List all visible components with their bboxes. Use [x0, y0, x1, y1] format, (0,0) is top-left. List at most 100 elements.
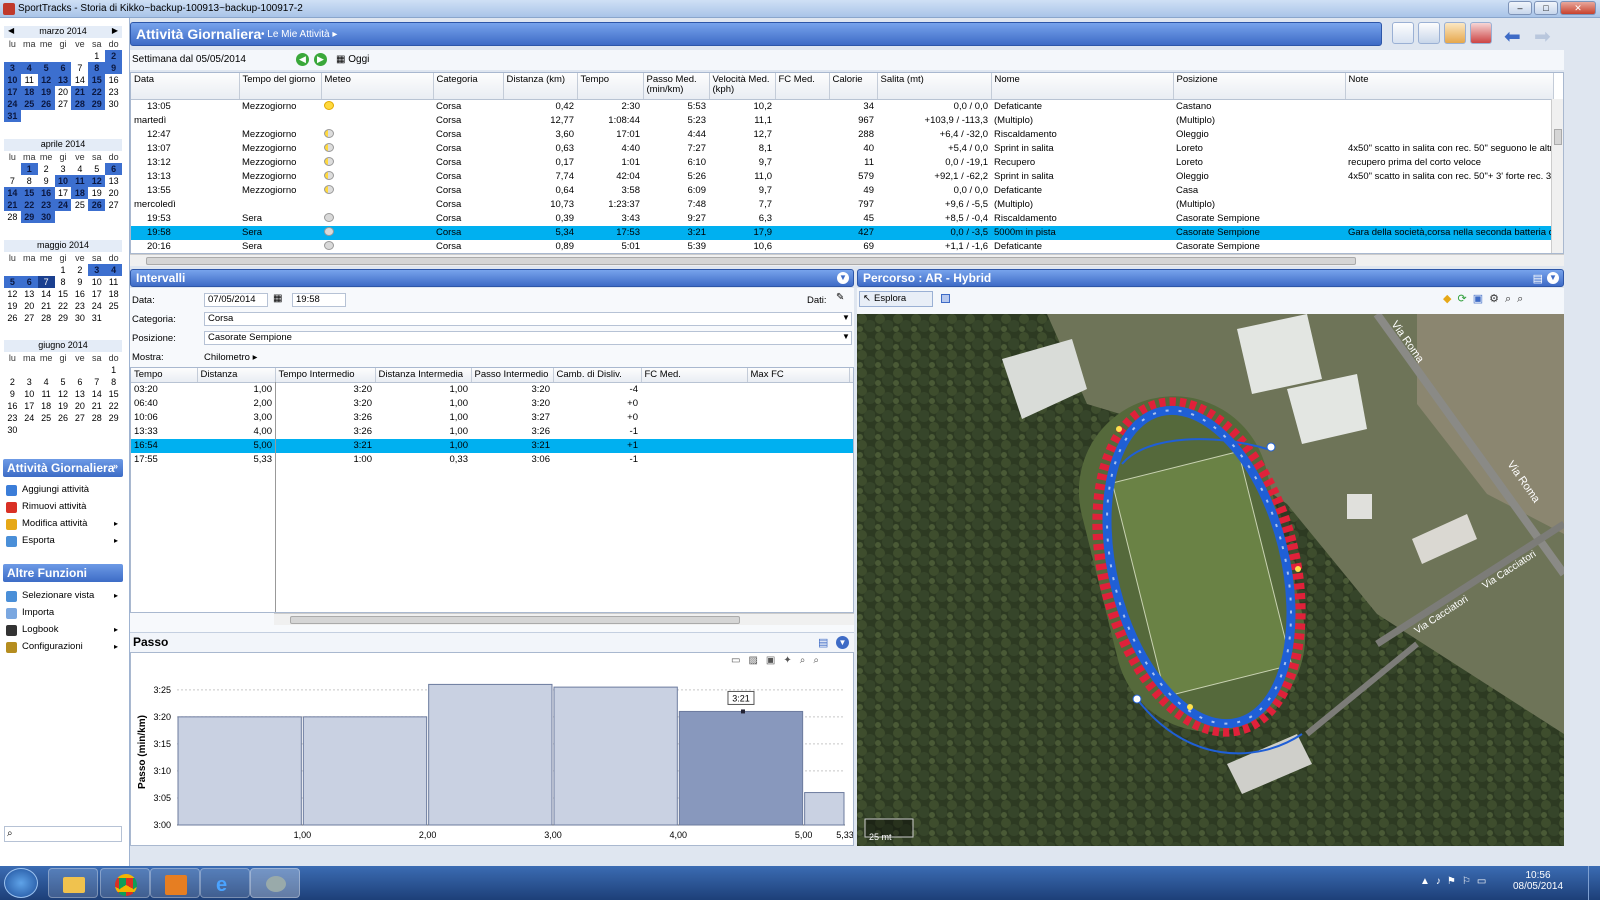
calendar-day[interactable]: 12 [55, 388, 72, 400]
calendar-day[interactable]: 15 [20, 187, 38, 199]
calendar-day[interactable]: 17 [21, 400, 38, 412]
shoe-icon[interactable] [1418, 22, 1440, 44]
activity-row[interactable]: 13:05 Mezzogiorno Corsa 0,42 2:30 5:53 10,2 34 0… [131, 99, 1553, 114]
column-header[interactable]: Nome [991, 73, 1174, 100]
calendar-day[interactable]: 4 [20, 62, 38, 74]
activities-vscroll[interactable] [1551, 99, 1563, 253]
column-header[interactable]: Distanza [197, 368, 276, 383]
calendar-day[interactable]: 11 [21, 74, 38, 86]
column-header[interactable]: Tempo [577, 73, 644, 100]
column-header[interactable]: Posizione [1173, 73, 1346, 100]
column-header[interactable]: Calorie [829, 73, 878, 100]
activity-row[interactable]: 19:58 Sera Corsa 5,34 17:53 3:21 17,9 427 0,0 / … [131, 225, 1553, 240]
time-field[interactable]: 19:58 [292, 293, 346, 307]
chevron-down-icon[interactable]: ▼ [842, 313, 850, 322]
outlook-taskbar-icon[interactable] [150, 868, 200, 898]
calendar-day[interactable]: 20 [71, 400, 88, 412]
show-desktop-button[interactable] [1588, 866, 1600, 900]
calendar-day[interactable]: 31 [88, 312, 105, 324]
calendar-day[interactable]: 17 [88, 288, 105, 300]
calendar-day[interactable]: 14 [4, 187, 21, 199]
activity-row[interactable]: 12:47 Mezzogiorno Corsa 3,60 17:01 4:44 12,7 28… [131, 128, 1553, 142]
calendar-day[interactable]: 4 [71, 163, 88, 175]
column-header[interactable]: M [849, 368, 853, 383]
calendar-day[interactable]: 14 [88, 388, 105, 400]
calendar-day[interactable]: 16 [71, 288, 88, 300]
calendar-day[interactable]: 22 [105, 400, 122, 412]
calendar-day[interactable]: 28 [38, 312, 55, 324]
calendar-day[interactable]: 25 [38, 412, 55, 424]
calendar-day[interactable]: 1 [105, 364, 122, 376]
layout-icon[interactable]: ▤ [1533, 272, 1543, 285]
close-button[interactable]: ✕ [1560, 1, 1596, 15]
calendar-day[interactable]: 17 [4, 86, 21, 98]
calendar-day[interactable]: 8 [105, 376, 122, 388]
column-header[interactable]: Tempo Intermedio [275, 368, 376, 383]
bar[interactable] [428, 683, 553, 826]
minimize-button[interactable]: – [1508, 1, 1532, 15]
calendar-day[interactable]: 10 [88, 276, 105, 288]
calendar-day[interactable]: 7 [71, 62, 88, 74]
calendar-day[interactable]: 14 [38, 288, 55, 300]
calendar-day[interactable]: 26 [55, 412, 72, 424]
calendar-day[interactable]: 6 [105, 163, 122, 175]
ie-taskbar-icon[interactable]: e [200, 868, 250, 898]
calendar-day[interactable]: 4 [38, 376, 55, 388]
bar[interactable] [177, 716, 302, 826]
side-item[interactable]: Logbook ▸ [6, 622, 122, 638]
column-header[interactable]: Tempo [131, 368, 198, 383]
start-button[interactable] [4, 868, 38, 898]
column-header[interactable]: Passo Med. (min/km) [643, 73, 710, 100]
activity-row[interactable]: 20:16 Sera Corsa 0,89 5:01 5:39 10,6 69 +1,1 / -… [131, 240, 1553, 254]
today-button[interactable]: ▦ Oggi [336, 54, 369, 65]
explore-button[interactable]: ↖ Esplora [859, 291, 933, 307]
end-marker[interactable] [1266, 442, 1276, 452]
calendar-day[interactable]: 28 [71, 98, 89, 110]
km-marker[interactable] [1187, 704, 1193, 710]
calendar-day[interactable]: 5 [55, 376, 72, 388]
calendar-day[interactable]: 21 [71, 86, 89, 98]
calendar-day[interactable]: 27 [71, 412, 88, 424]
calendar-day[interactable]: 16 [105, 74, 122, 86]
layout-icon[interactable]: ▤ [818, 636, 828, 649]
calendar-day[interactable]: 10 [21, 388, 38, 400]
calendar-day[interactable]: 1 [88, 50, 105, 62]
map-view[interactable]: Via Roma Via Roma Via Cacciatori Via Cac… [857, 314, 1564, 846]
calendar-day[interactable]: 7 [37, 276, 55, 288]
calendar-day[interactable]: 26 [4, 312, 21, 324]
clock[interactable]: 10:56 08/05/2014 [1512, 870, 1564, 892]
calendar-day[interactable]: 19 [88, 187, 105, 199]
activity-row[interactable]: 13:07 Mezzogiorno Corsa 0,63 4:40 7:27 8,1 40 +5… [131, 142, 1553, 156]
calendar-day[interactable]: 9 [105, 62, 122, 74]
calendar-day[interactable]: 2 [105, 50, 122, 62]
calendar-day[interactable]: 7 [4, 175, 21, 187]
other-functions-header[interactable]: Altre Funzioni [3, 564, 123, 582]
date-field[interactable]: 07/05/2014 [204, 293, 268, 307]
side-item[interactable]: Configurazioni ▸ [6, 639, 122, 655]
interval-row[interactable]: 03:20 1,00 3:20 1,00 3:20 -4 [131, 383, 853, 398]
satellite-map[interactable]: Via Roma Via Roma Via Cacciatori Via Cac… [857, 314, 1564, 846]
calendar-day[interactable]: 24 [21, 412, 38, 424]
calendar-day[interactable]: 8 [88, 62, 106, 74]
calendar-day[interactable]: 20 [105, 187, 122, 199]
start-marker[interactable] [1132, 694, 1142, 704]
calendar-day[interactable]: 3 [21, 376, 38, 388]
calendar-view-icon[interactable] [1392, 22, 1414, 44]
explorer-taskbar-icon[interactable] [48, 868, 98, 898]
calendar-day[interactable]: 20 [21, 300, 38, 312]
next-week-icon[interactable]: ▶ [314, 53, 327, 66]
column-header[interactable]: Categoria [433, 73, 504, 100]
calendar-day[interactable]: 25 [105, 300, 122, 312]
calendar-day[interactable]: 6 [20, 276, 38, 288]
calendar-day[interactable]: 13 [105, 175, 122, 187]
calendar-day[interactable]: 11 [38, 388, 55, 400]
calendar-day[interactable]: 5 [4, 276, 21, 288]
calendar-day[interactable]: 29 [88, 98, 106, 110]
calendar-day[interactable]: 3 [4, 62, 21, 74]
side-item[interactable]: Esporta ▸ [6, 533, 122, 549]
km-marker[interactable] [1116, 426, 1122, 432]
calendar-day[interactable]: 30 [105, 98, 122, 110]
maximize-button[interactable]: □ [1534, 1, 1558, 15]
calendar-day[interactable]: 24 [54, 199, 72, 211]
next-month-icon[interactable]: ▶ [112, 26, 118, 35]
